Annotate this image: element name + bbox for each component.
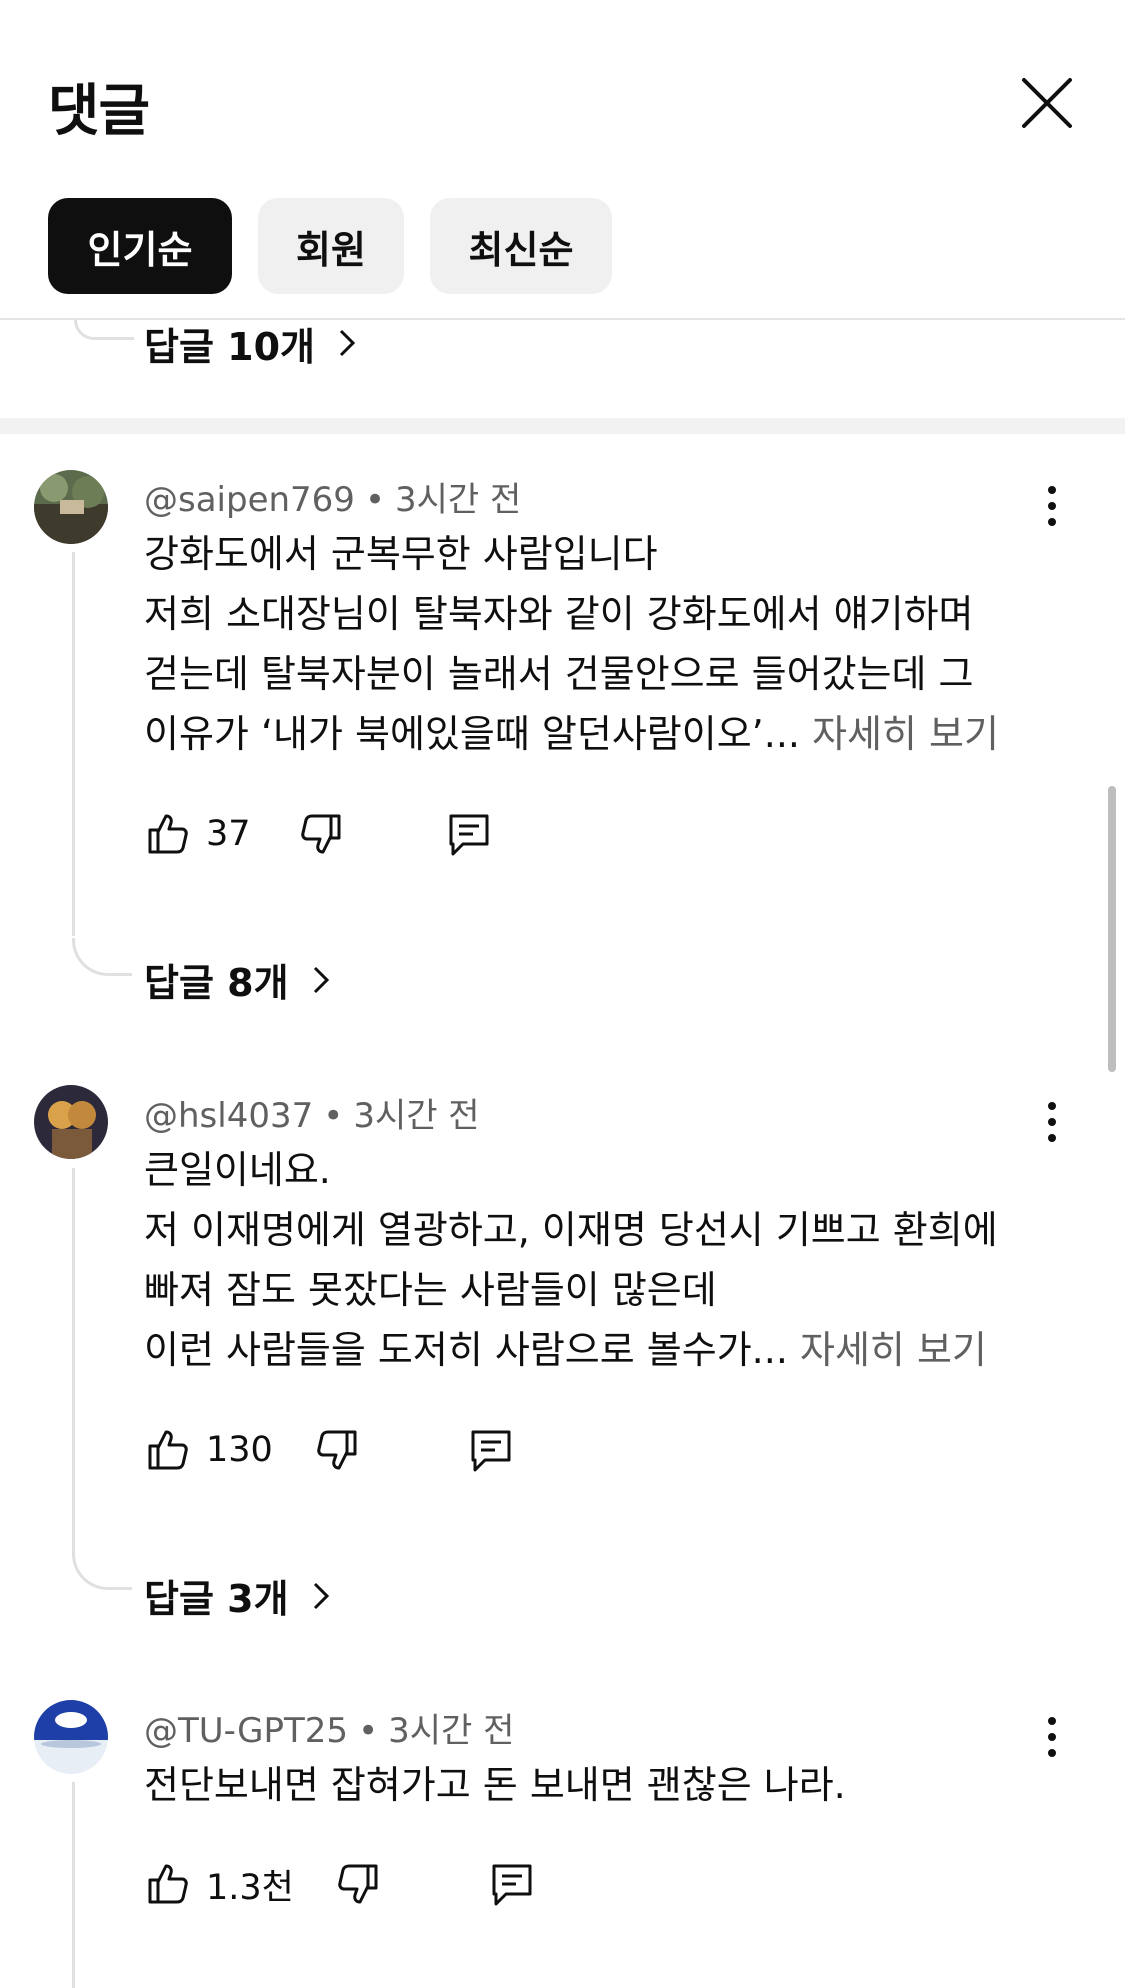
comment-line: 이유가 ‘내가 북에있을때 알던사람이오’...: [144, 712, 800, 756]
thread-line: [72, 1782, 75, 1988]
filter-chips: 인기순 회원 최신순: [48, 198, 612, 294]
comment-line: 걷는데 탈북자분이 놀래서 건물안으로 들어갔는데 그: [144, 652, 974, 696]
comment-time: 3시간 전: [395, 480, 522, 520]
thread-connector: [72, 1552, 132, 1590]
dislike-icon[interactable]: [334, 1860, 382, 1908]
view-replies-button[interactable]: 답글 10개: [144, 318, 365, 369]
comment-line: 저희 소대장님이 탈북자와 같이 강화도에서 얘기하며: [144, 592, 974, 636]
chevron-right-icon: [313, 966, 329, 993]
comment-author[interactable]: @hsl4037: [144, 1096, 313, 1136]
comment-text: 큰일이네요. 저 이재명에게 열광하고, 이재명 당선시 기쁘고 환희에 빠져 …: [144, 1140, 1044, 1380]
filter-chip-members[interactable]: 회원: [258, 198, 404, 294]
comment-text: 강화도에서 군복무한 사람입니다 저희 소대장님이 탈북자와 같이 강화도에서 …: [144, 524, 1044, 764]
like-icon[interactable]: [144, 810, 192, 858]
thread-connector: [72, 938, 132, 976]
thread-connector: [74, 320, 134, 340]
like-icon[interactable]: [144, 1860, 192, 1908]
view-replies-label: 답글 8개: [144, 961, 289, 1005]
dislike-icon[interactable]: [297, 810, 345, 858]
like-count: 37: [206, 814, 251, 854]
comment-line: 전단보내면 잡혀가고 돈 보내면 괜찮은 나라.: [144, 1763, 846, 1807]
close-icon: [1022, 78, 1072, 128]
close-button[interactable]: [1012, 68, 1082, 138]
reply-icon[interactable]: [445, 810, 493, 858]
comment-author[interactable]: @TU-GPT25: [144, 1711, 348, 1751]
comment-actions: 130: [144, 1420, 515, 1480]
read-more-link[interactable]: 자세히 보기: [812, 712, 999, 756]
view-replies-label: 답글 10개: [144, 324, 315, 369]
reply-icon[interactable]: [467, 1426, 515, 1474]
view-replies-label: 답글 3개: [144, 1577, 289, 1621]
like-icon[interactable]: [144, 1426, 192, 1474]
comment-line: 저 이재명에게 열광하고, 이재명 당선시 기쁘고 환희에: [144, 1208, 998, 1252]
avatar[interactable]: [34, 1085, 108, 1159]
comment-meta: @saipen769 • 3시간 전: [144, 480, 522, 520]
comment-line: 이런 사람들을 도저히 사람으로 볼수가...: [144, 1328, 788, 1372]
comment-meta: @hsl4037 • 3시간 전: [144, 1096, 480, 1136]
thread-line: [72, 1168, 75, 1552]
comment-time: 3시간 전: [353, 1096, 480, 1136]
comment-author[interactable]: @saipen769: [144, 480, 355, 520]
view-replies-button[interactable]: 답글 3개: [144, 1568, 339, 1623]
comment-meta: @TU-GPT25 • 3시간 전: [144, 1711, 515, 1751]
page-title: 댓글: [48, 79, 150, 144]
chevron-right-icon: [339, 329, 356, 357]
section-divider: [0, 418, 1125, 434]
comment-text: 전단보내면 잡혀가고 돈 보내면 괜찮은 나라.: [144, 1755, 1044, 1815]
thread-line: [72, 552, 75, 936]
filter-chip-popular[interactable]: 인기순: [48, 198, 232, 294]
filter-chip-newest[interactable]: 최신순: [430, 198, 612, 294]
scrollbar[interactable]: [1108, 786, 1116, 1072]
comment-line: 빠져 잠도 못잤다는 사람들이 많은데: [144, 1268, 717, 1312]
view-replies-button[interactable]: 답글 8개: [144, 952, 339, 1007]
read-more-link[interactable]: 자세히 보기: [800, 1328, 987, 1372]
avatar[interactable]: [34, 470, 108, 544]
chevron-right-icon: [313, 1582, 329, 1609]
comment-time: 3시간 전: [388, 1711, 515, 1751]
comment-actions: 1.3천: [144, 1854, 536, 1914]
dislike-icon[interactable]: [313, 1426, 361, 1474]
avatar[interactable]: [34, 1700, 108, 1774]
comments-header: 댓글 인기순 회원 최신순: [0, 0, 1125, 320]
reply-icon[interactable]: [488, 1860, 536, 1908]
comment-line: 강화도에서 군복무한 사람입니다: [144, 532, 658, 576]
comment-actions: 37: [144, 804, 493, 864]
like-count: 1.3천: [206, 1867, 294, 1908]
comment-line: 큰일이네요.: [144, 1148, 331, 1192]
like-count: 130: [206, 1430, 273, 1470]
